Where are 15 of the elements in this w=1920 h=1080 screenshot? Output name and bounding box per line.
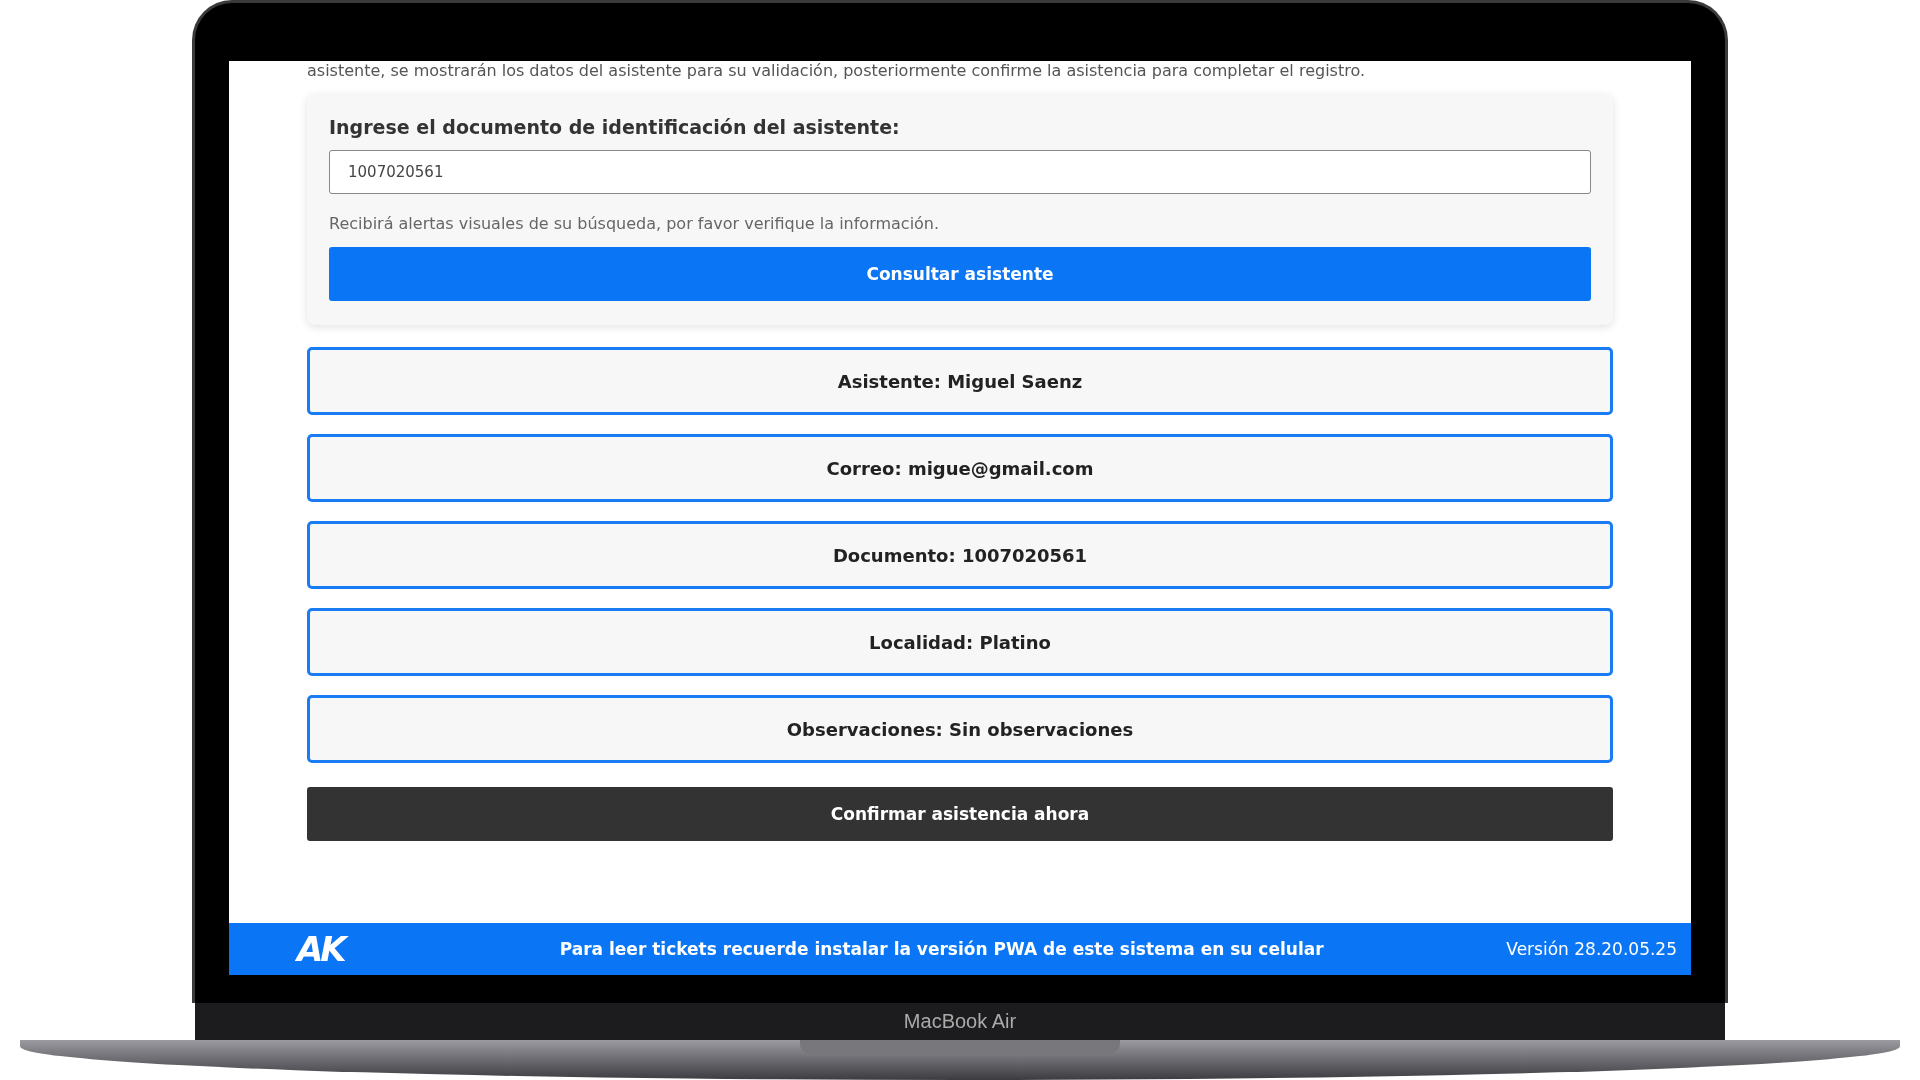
document-label: Ingrese el documento de identificación del asistente: xyxy=(329,116,901,138)
attendee-info-row: Localidad: Platino xyxy=(307,608,1613,676)
version-text: Versión 28.20.05.25 xyxy=(1506,939,1677,959)
confirm-button[interactable]: Confirmar asistencia ahora xyxy=(307,787,1613,841)
logo: AK xyxy=(297,929,377,969)
footer-message: Para leer tickets recuerde instalar la versión PWA de este sistema en su celular xyxy=(558,939,1325,959)
consult-button[interactable]: Consultar asistente xyxy=(329,247,1591,301)
attendee-info-row: Asistente: Miguel Saenz xyxy=(307,347,1613,415)
search-hint: Recibirá alertas visuales de su búsqueda, por favor verifique la información. xyxy=(329,214,941,233)
intro-text: asistente, se mostrarán los datos del asistente para su validación, posteriormente confirme la asistencia para completar el registro. xyxy=(307,61,1366,80)
attendee-info-row: Observaciones: Sin observaciones xyxy=(307,695,1613,763)
attendee-info-row: Correo: migue@gmail.com xyxy=(307,434,1613,502)
attendee-info-row: Documento: 1007020561 xyxy=(307,521,1613,589)
device-label: MacBook Air xyxy=(903,1009,1017,1033)
document-input-field[interactable]: 1007020561 xyxy=(329,150,1591,194)
